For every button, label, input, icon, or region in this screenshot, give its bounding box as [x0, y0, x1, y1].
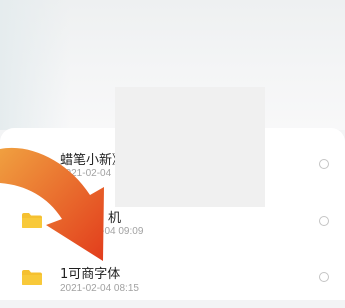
file-date: 2021-02-04 08:15 [60, 283, 139, 294]
background-glow [0, 0, 70, 130]
select-radio[interactable] [319, 216, 329, 226]
select-radio[interactable] [319, 272, 329, 282]
overlay-box [115, 87, 265, 207]
arrow-annotation-icon [0, 147, 104, 261]
select-radio[interactable] [319, 159, 329, 169]
